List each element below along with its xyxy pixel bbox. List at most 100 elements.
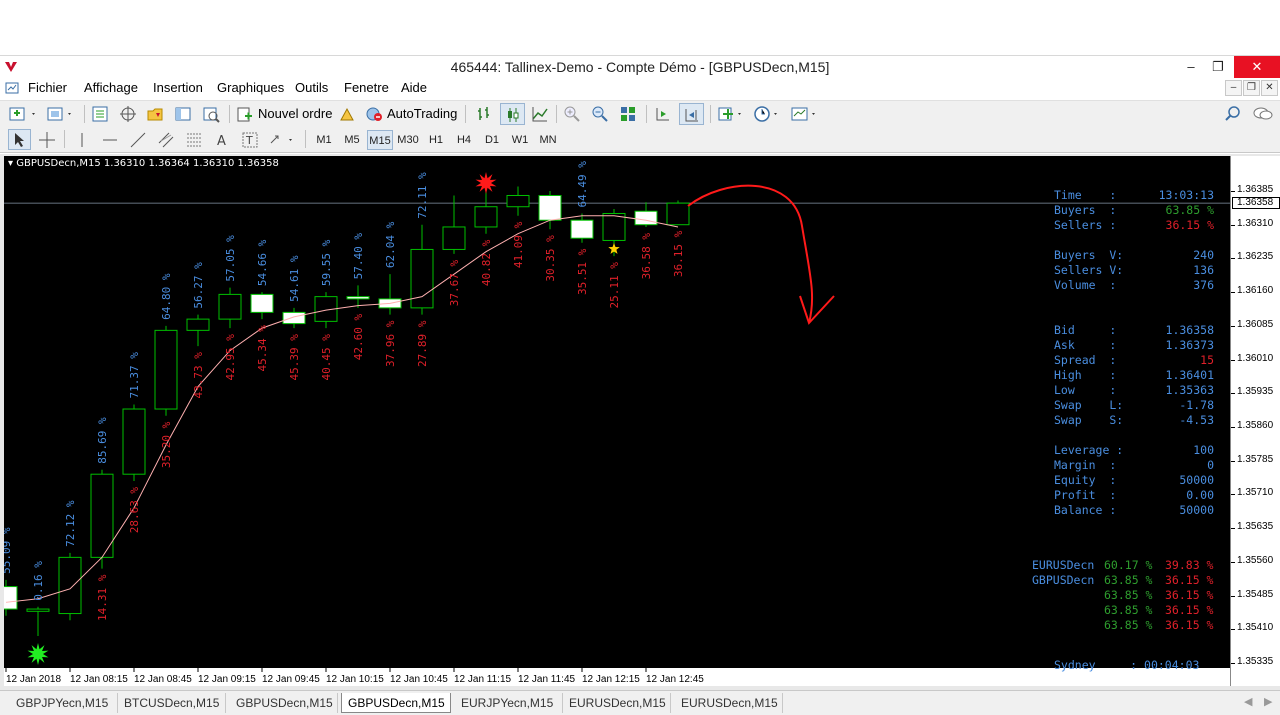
templates-icon[interactable] xyxy=(790,105,820,123)
info-row: Profit : 0.00 xyxy=(1054,488,1214,503)
svg-text:T: T xyxy=(245,134,253,147)
chart-tab[interactable]: EURUSDecn,M15 xyxy=(675,693,783,713)
info-value: 100 xyxy=(1193,443,1214,457)
new-order-button[interactable]: Nouvel ordre xyxy=(237,103,332,125)
pair-sellers-percent: 36.15 % xyxy=(1165,573,1214,587)
chart-tab[interactable]: EURUSDecn,M15 xyxy=(563,693,671,713)
arrows-icon[interactable] xyxy=(268,131,298,149)
timeframe-h1[interactable]: H1 xyxy=(423,130,449,150)
drawing-toolbar: A T M1 M5 M15 M30 H1 H4 D1 W1 MN xyxy=(0,126,1280,153)
timeframe-m5[interactable]: M5 xyxy=(339,130,365,150)
close-button[interactable]: ✕ xyxy=(1234,56,1280,78)
chart-tab[interactable]: GBPUSDecn,M15 xyxy=(230,693,338,713)
timeframe-w1[interactable]: W1 xyxy=(507,130,533,150)
search-icon[interactable] xyxy=(1224,105,1242,123)
zoom-out-icon[interactable] xyxy=(591,105,609,123)
buyers-percent-label: 62.04 % xyxy=(384,221,397,268)
navigator-icon[interactable] xyxy=(146,105,164,123)
menu-fichier[interactable]: Fichier xyxy=(28,80,67,95)
text-label-icon[interactable]: T xyxy=(241,131,259,149)
auto-scroll-button[interactable] xyxy=(679,103,704,125)
indicators-icon[interactable] xyxy=(717,105,747,123)
info-label: Swap S: xyxy=(1054,413,1124,427)
menu-insertion[interactable]: Insertion xyxy=(153,80,203,95)
text-tool-icon[interactable]: A xyxy=(213,131,231,149)
info-value: -4.53 xyxy=(1179,413,1214,427)
chart-tab[interactable]: GBPJPYecn,M15 xyxy=(10,693,118,713)
line-chart-icon[interactable] xyxy=(531,105,549,123)
mdi-restore-button[interactable]: ❐ xyxy=(1243,80,1260,96)
autotrading-label: AutoTrading xyxy=(387,106,458,121)
pair-row: 63.85 % 36.15 % xyxy=(1032,618,1214,633)
mdi-minimize-button[interactable]: – xyxy=(1225,80,1242,96)
bearish-candle xyxy=(4,586,18,610)
price-chart[interactable]: 55.09 % 0.16 % 72.12 % 85.69 % 14.31 % 71.37 … xyxy=(4,156,1230,686)
restore-button[interactable]: ❐ xyxy=(1201,56,1235,78)
chat-icon[interactable] xyxy=(1252,105,1274,123)
chart-tab[interactable]: EURJPYecn,M15 xyxy=(455,693,563,713)
price-tick-mark xyxy=(1231,292,1235,294)
new-order-icon xyxy=(237,107,252,122)
fibonacci-icon[interactable] xyxy=(185,131,203,149)
chart-tab[interactable]: BTCUSDecn,M15 xyxy=(118,693,226,713)
terminal-icon[interactable] xyxy=(174,105,192,123)
buyers-percent-label: 57.40 % xyxy=(352,233,365,280)
buyers-percent-label: 64.80 % xyxy=(160,273,173,320)
strategy-tester-icon[interactable] xyxy=(202,105,220,123)
mdi-close-button[interactable]: ✕ xyxy=(1261,80,1278,96)
buyers-percent-label: 0.16 % xyxy=(32,561,45,601)
chart-header-text: GBPUSDecn,M15 1.36310 1.36364 1.36310 1.… xyxy=(16,158,279,169)
chart-tab[interactable]: GBPUSDecn,M15 xyxy=(341,693,451,713)
crosshair-icon[interactable] xyxy=(38,131,56,149)
menu-affichage[interactable]: Affichage xyxy=(84,80,138,95)
periods-clock-icon[interactable] xyxy=(753,105,783,123)
menu-graphiques[interactable]: Graphiques xyxy=(217,80,284,95)
profiles-icon[interactable] xyxy=(46,105,76,123)
zoom-in-icon[interactable] xyxy=(563,105,581,123)
pair-name: GBPUSDecn xyxy=(1032,573,1095,587)
metaeditor-icon[interactable] xyxy=(338,106,356,124)
trendline-icon[interactable] xyxy=(129,131,147,149)
timeframe-h4[interactable]: H4 xyxy=(451,130,477,150)
pair-sellers-percent: 36.15 % xyxy=(1165,603,1214,617)
buyers-percent-label: 85.69 % xyxy=(96,417,109,464)
tile-windows-icon[interactable] xyxy=(619,105,637,123)
info-row: Sellers : 36.15 % xyxy=(1054,218,1214,233)
autotrading-button[interactable]: AutoTrading xyxy=(365,103,457,125)
bearish-candle xyxy=(538,194,562,221)
price-tick-mark xyxy=(1231,561,1235,563)
price-tick-mark xyxy=(1231,528,1235,530)
price-tick-label: 1.36235 xyxy=(1237,251,1274,263)
bullish-candle xyxy=(410,248,434,309)
price-tick-mark xyxy=(1231,460,1235,462)
time-tick-label: 12 Jan 2018 xyxy=(6,674,61,685)
menu-aide[interactable]: Aide xyxy=(401,80,427,95)
timeframe-d1[interactable]: D1 xyxy=(479,130,505,150)
horizontal-line-icon[interactable] xyxy=(101,131,119,149)
candlestick-chart-button[interactable] xyxy=(500,103,525,125)
market-watch-icon[interactable] xyxy=(91,105,109,123)
time-tick-label: 12 Jan 10:45 xyxy=(390,674,448,685)
equidistant-channel-icon[interactable] xyxy=(157,131,175,149)
cursor-button[interactable] xyxy=(8,129,31,150)
info-row xyxy=(1054,428,1214,443)
menu-fenetre[interactable]: Fenetre xyxy=(344,80,389,95)
tab-scroll-left-icon[interactable]: ◀ xyxy=(1244,695,1252,708)
cursor-icon xyxy=(15,133,24,147)
timeframe-m15[interactable]: M15 xyxy=(367,130,393,150)
chart-window-icon[interactable] xyxy=(5,81,19,95)
tab-scroll-right-icon[interactable]: ▶ xyxy=(1264,695,1272,708)
data-window-icon[interactable] xyxy=(119,105,137,123)
chart-shift-icon[interactable] xyxy=(654,105,672,123)
bullish-candle xyxy=(58,556,82,615)
info-label: Time : xyxy=(1054,188,1117,202)
menu-outils[interactable]: Outils xyxy=(295,80,328,95)
new-chart-icon[interactable] xyxy=(8,105,38,123)
timeframe-m1[interactable]: M1 xyxy=(311,130,337,150)
vertical-line-icon[interactable] xyxy=(73,131,91,149)
bar-chart-icon[interactable] xyxy=(475,105,493,123)
sellers-percent-label: 25.11 % xyxy=(608,262,621,309)
price-scale[interactable]: 1.36385 1.36310 1.36235 1.36160 1.36085 1.360… xyxy=(1230,156,1280,686)
timeframe-m30[interactable]: M30 xyxy=(395,130,421,150)
timeframe-mn[interactable]: MN xyxy=(535,130,561,150)
